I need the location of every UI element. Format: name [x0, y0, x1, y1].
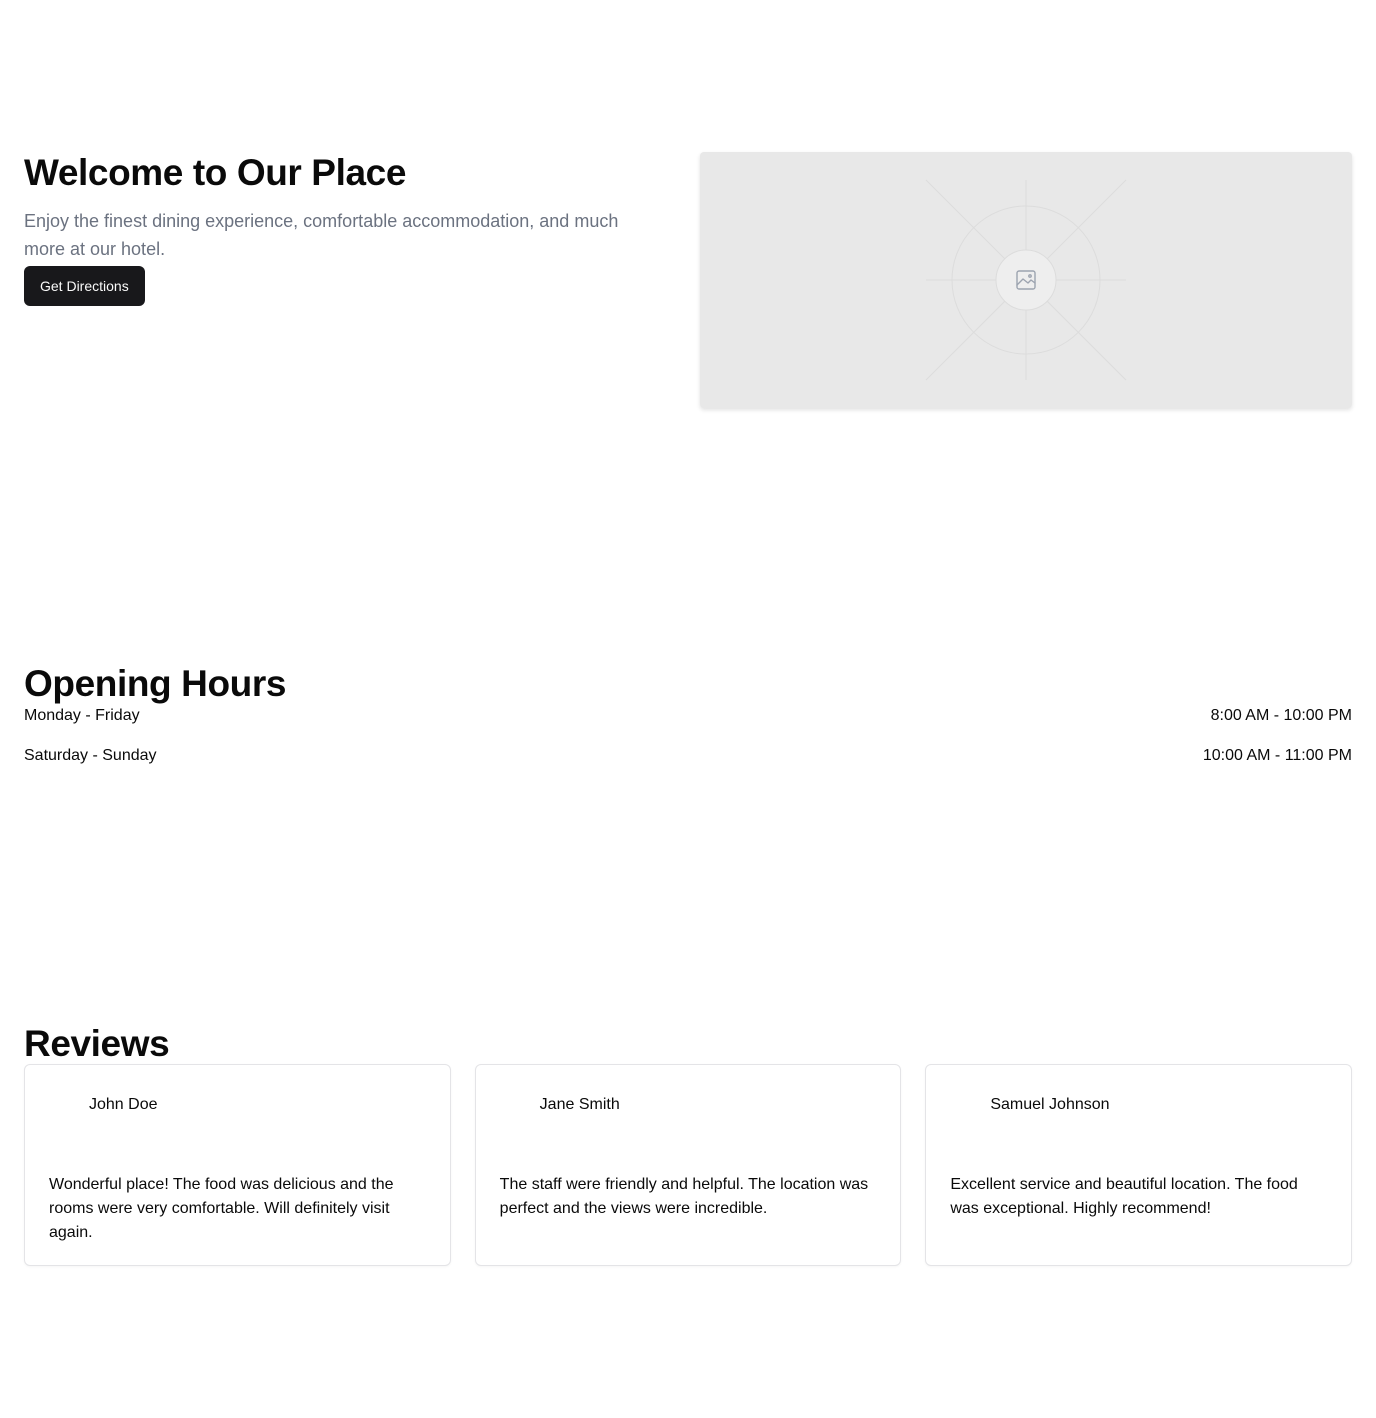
avatar [500, 1089, 540, 1121]
reviewer-name: Samuel Johnson [990, 1096, 1110, 1113]
hero-text: Welcome to Our Place Enjoy the finest di… [24, 152, 660, 408]
review-card: Samuel Johnson Excellent service and bea… [925, 1064, 1353, 1266]
get-directions-button[interactable]: Get Directions [24, 266, 145, 306]
avatar [950, 1089, 990, 1121]
review-text: Wonderful place! The food was delicious … [49, 1176, 394, 1241]
hours-time: 8:00 AM - 10:00 PM [1210, 707, 1352, 724]
hours-row: Monday - Friday 8:00 AM - 10:00 PM [24, 704, 1352, 728]
reviews-section: Reviews John Doe Wonderful place! The fo… [24, 1023, 1353, 1266]
review-header: Samuel Johnson [950, 1089, 1327, 1121]
review-text: The staff were friendly and helpful. The… [499, 1176, 869, 1217]
page: Welcome to Our Place Enjoy the finest di… [0, 0, 1376, 1418]
review-text: Excellent service and beautiful location… [950, 1176, 1298, 1217]
review-card: John Doe Wonderful place! The food was d… [24, 1064, 451, 1266]
hero-image-placeholder [700, 152, 1352, 408]
hours-days: Saturday - Sunday [24, 747, 157, 764]
reviewer-name: Jane Smith [539, 1096, 620, 1113]
hero-title: Welcome to Our Place [24, 152, 406, 193]
opening-hours-section: Opening Hours Monday - Friday 8:00 AM - … [24, 664, 1352, 768]
reviews-title: Reviews [24, 1023, 170, 1064]
hours-row: Saturday - Sunday 10:00 AM - 11:00 PM [24, 744, 1352, 768]
hours-time: 10:00 AM - 11:00 PM [1202, 747, 1352, 764]
reviewer-name: John Doe [89, 1096, 158, 1113]
avatar [49, 1089, 89, 1121]
opening-hours-title: Opening Hours [24, 663, 287, 704]
image-placeholder-icon [925, 179, 1127, 381]
hours-days: Monday - Friday [24, 707, 140, 724]
review-header: Jane Smith [500, 1089, 877, 1121]
hero-section: Welcome to Our Place Enjoy the finest di… [24, 152, 1352, 408]
review-header: John Doe [49, 1089, 426, 1121]
reviews-grid: John Doe Wonderful place! The food was d… [24, 1064, 1353, 1266]
review-card: Jane Smith The staff were friendly and h… [474, 1064, 902, 1266]
hero-subtitle: Enjoy the finest dining experience, comf… [24, 211, 619, 259]
